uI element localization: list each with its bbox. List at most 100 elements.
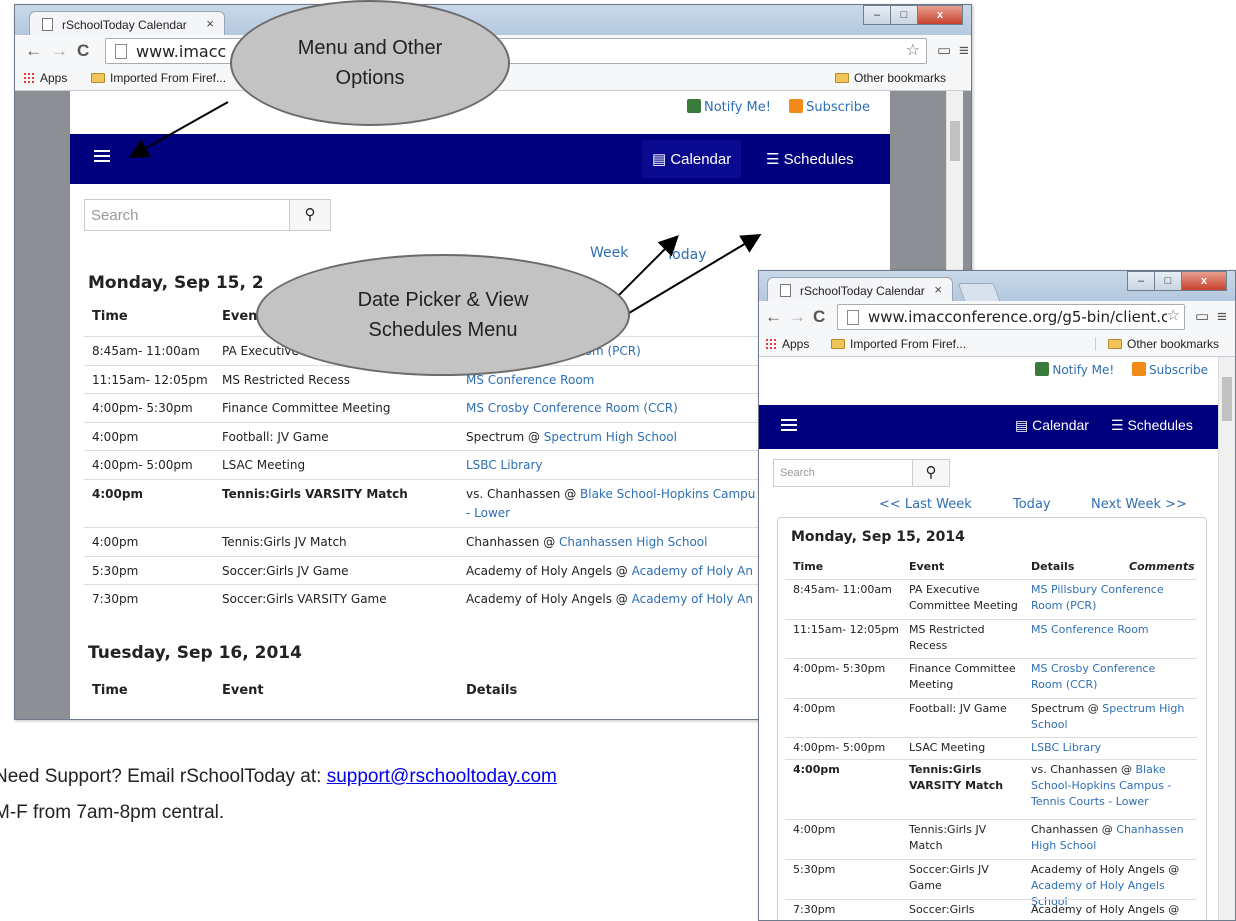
location-link[interactable]: Room (PCR): [1031, 599, 1096, 612]
new-tab-button[interactable]: [957, 283, 1001, 301]
address-bar[interactable]: www.imacconference.org/g5-bin/client.c ☆: [837, 304, 1185, 330]
location-link[interactable]: Tennis Courts - Lower: [1031, 795, 1149, 808]
location-link[interactable]: Blake: [1136, 763, 1166, 776]
table-row: 8:45am- 11:00am PA Executive Committee Mee…: [785, 579, 1197, 619]
rss-icon: [789, 99, 804, 113]
browser-tab[interactable]: rSchoolToday Calendar ×: [767, 277, 953, 303]
column-event: Event: [909, 560, 945, 573]
browser-window-mobile: rSchoolToday Calendar × – □ x ← → C www.…: [758, 270, 1236, 921]
maximize-button[interactable]: □: [1154, 271, 1182, 291]
support-email-link[interactable]: support@rschooltoday.com: [327, 766, 557, 787]
location-link[interactable]: School-Hopkins Campus -: [1031, 779, 1171, 792]
location-link[interactable]: - Lower: [466, 506, 510, 520]
bookmark-apps[interactable]: Apps: [23, 71, 67, 85]
search-input[interactable]: Search: [773, 459, 913, 487]
search-button[interactable]: ⚲: [912, 459, 950, 487]
browser-tab[interactable]: rSchoolToday Calendar ×: [29, 11, 225, 37]
menu-icon[interactable]: ≡: [1217, 307, 1227, 327]
location-link[interactable]: MS Pillsbury Conference: [1031, 583, 1164, 596]
cell-details: MS Crosby Conference Room (CCR): [1031, 661, 1197, 693]
cell-event: MS Restricted Recess: [222, 373, 350, 387]
back-icon[interactable]: ←: [765, 307, 782, 327]
location-link[interactable]: Academy of Holy Angels: [1031, 879, 1165, 892]
callout-line-1: Date Picker & View: [357, 289, 529, 311]
location-link[interactable]: School: [1031, 718, 1068, 731]
location-link[interactable]: Blake School-Hopkins Campu: [580, 487, 755, 501]
search-button[interactable]: ⚲: [289, 199, 331, 231]
subscribe-link[interactable]: Subscribe: [1149, 363, 1208, 377]
location-link[interactable]: LSBC Library: [1031, 741, 1101, 754]
cell-details: Chanhassen @ Chanhassen High School: [1031, 823, 1184, 852]
scrollbar-thumb[interactable]: [950, 121, 960, 161]
today-link[interactable]: Today: [666, 247, 707, 263]
table-row: 7:30pm Soccer:Girls Academy of Holy Angels…: [785, 899, 1197, 920]
subscribe-link[interactable]: Subscribe: [806, 100, 870, 115]
schedules-button[interactable]: ☰ Schedules: [1101, 407, 1203, 444]
hamburger-menu-icon[interactable]: [94, 150, 110, 162]
star-icon[interactable]: ☆: [1166, 306, 1180, 324]
cast-icon[interactable]: ▭: [937, 41, 951, 59]
cast-icon[interactable]: ▭: [1195, 307, 1209, 325]
search-icon: ⚲: [925, 464, 937, 481]
folder-icon: [831, 339, 845, 349]
day-heading-monday: Monday, Sep 15, 2014: [791, 529, 965, 545]
location-link[interactable]: Spectrum High School: [544, 430, 677, 444]
location-link[interactable]: MS Conference Room: [466, 373, 594, 387]
location-link[interactable]: MS Crosby Conference Room (CCR): [466, 401, 678, 415]
top-links: Notify Me! Subscribe: [686, 99, 870, 115]
location-link[interactable]: Academy of Holy An: [632, 592, 753, 606]
rss-icon: [1132, 362, 1147, 376]
week-link-partial[interactable]: Week: [590, 245, 628, 261]
maximize-button[interactable]: □: [890, 5, 918, 25]
last-week-link[interactable]: << Last Week: [879, 497, 972, 512]
today-link[interactable]: Today: [1013, 497, 1051, 512]
calendar-button[interactable]: ▤ Calendar: [1005, 407, 1099, 444]
location-link[interactable]: Room (CCR): [1031, 678, 1097, 691]
column-details: Details: [466, 683, 518, 698]
forward-icon[interactable]: →: [51, 41, 68, 61]
tab-close-icon[interactable]: ×: [206, 16, 214, 31]
hamburger-menu-icon[interactable]: [781, 419, 797, 431]
location-link[interactable]: Chanhassen: [1116, 823, 1183, 836]
menu-icon[interactable]: ≡: [959, 41, 969, 61]
schedules-button[interactable]: ☰ Schedules: [756, 140, 864, 178]
table-row: 4:00pm- 5:00pm LSAC Meeting LSBC Library: [785, 737, 1197, 759]
next-week-link[interactable]: Next Week >>: [1091, 497, 1187, 512]
bookmark-imported[interactable]: Imported From Firef...: [91, 71, 226, 85]
address-bar[interactable]: www.imacc ☆: [105, 38, 927, 64]
bookmark-other[interactable]: Other bookmarks: [835, 71, 946, 85]
calendar-button[interactable]: ▤ Calendar: [642, 140, 742, 178]
tab-close-icon[interactable]: ×: [934, 282, 942, 297]
forward-icon[interactable]: →: [789, 307, 806, 327]
scrollbar-thumb[interactable]: [1222, 377, 1232, 421]
location-link[interactable]: Academy of Holy An: [632, 564, 753, 578]
close-button[interactable]: x: [1181, 271, 1227, 291]
bookmark-apps[interactable]: Apps: [765, 337, 809, 351]
reload-icon[interactable]: C: [813, 307, 825, 327]
back-icon[interactable]: ←: [25, 41, 42, 61]
table-row: 4:00pm Football: JV Game Spectrum @ Spectr…: [785, 698, 1197, 737]
cell-event: Tennis:Girls VARSITY Match: [222, 487, 408, 501]
column-time: Time: [92, 309, 128, 324]
location-link[interactable]: High School: [1031, 839, 1096, 852]
cell-event: LSAC Meeting: [222, 458, 306, 472]
location-link[interactable]: Chanhassen High School: [559, 535, 707, 549]
bookmark-imported[interactable]: Imported From Firef...: [831, 337, 966, 351]
minimize-button[interactable]: –: [863, 5, 891, 25]
bookmark-other[interactable]: Other bookmarks: [1095, 337, 1219, 351]
location-link[interactable]: MS Crosby Conference: [1031, 662, 1155, 675]
cell-time: 4:00pm: [92, 535, 139, 549]
close-button[interactable]: x: [917, 5, 963, 25]
location-link[interactable]: LSBC Library: [466, 458, 542, 472]
cell-event: Football: JV Game: [222, 430, 329, 444]
notify-link[interactable]: Notify Me!: [704, 100, 771, 115]
location-link[interactable]: Spectrum High: [1102, 702, 1184, 715]
location-link[interactable]: MS Conference Room: [1031, 623, 1149, 636]
search-input[interactable]: Search: [84, 199, 290, 231]
minimize-button[interactable]: –: [1127, 271, 1155, 291]
notify-link[interactable]: Notify Me!: [1052, 363, 1114, 377]
scrollbar[interactable]: [1218, 357, 1235, 920]
star-icon[interactable]: ☆: [906, 40, 920, 59]
reload-icon[interactable]: C: [77, 41, 89, 61]
column-comments: Comments: [1129, 560, 1195, 573]
